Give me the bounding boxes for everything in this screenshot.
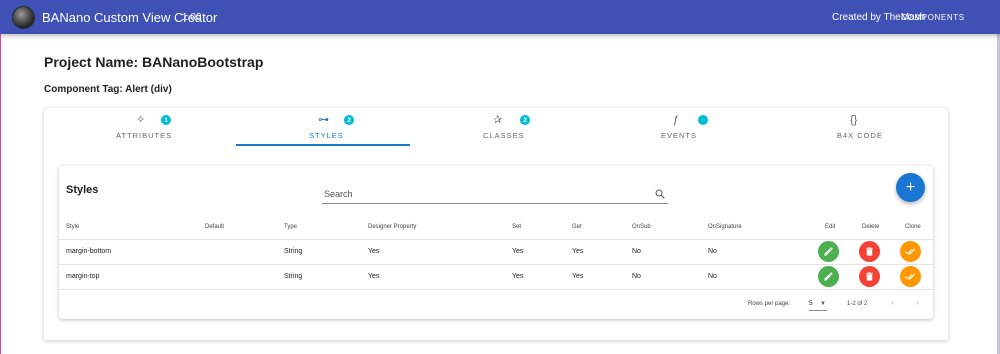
tab-label: CLASSES bbox=[483, 131, 525, 140]
add-style-button[interactable]: + bbox=[896, 173, 925, 202]
get-cell: Yes bbox=[572, 248, 584, 255]
search-icon[interactable] bbox=[654, 188, 666, 200]
app-version: 1.00 bbox=[182, 12, 202, 23]
styles-icon: ⊶ bbox=[318, 114, 329, 126]
divider bbox=[59, 264, 933, 265]
component-card: ✧ ATTRIBUTES 1 ⊶ STYLES 2 ✰ CLASSES 2 ƒ … bbox=[44, 108, 948, 340]
pagination-range: 1-2 of 2 bbox=[847, 301, 868, 307]
tab-badge: 2 bbox=[520, 115, 530, 125]
column-header[interactable]: Designer Property bbox=[368, 224, 416, 230]
page-title: Project Name: BANanoBootstrap bbox=[44, 54, 264, 70]
type-cell: String bbox=[284, 273, 303, 280]
tab-label: ATTRIBUTES bbox=[116, 131, 173, 140]
pencil-icon bbox=[824, 247, 833, 256]
column-header[interactable]: Get bbox=[572, 224, 582, 230]
gear-icon: ✧ bbox=[136, 114, 146, 126]
onsub-cell: No bbox=[632, 248, 641, 255]
search-input[interactable] bbox=[324, 187, 644, 201]
chevron-left-icon[interactable]: ‹ bbox=[891, 297, 894, 307]
pencil-icon bbox=[824, 272, 833, 281]
app-bar: BANano Custom View Creator 1.00 Created … bbox=[0, 0, 1000, 34]
double-check-icon bbox=[905, 273, 916, 280]
column-header[interactable]: Type bbox=[284, 224, 297, 230]
get-cell: Yes bbox=[572, 273, 584, 280]
avatar[interactable] bbox=[12, 6, 35, 29]
delete-button[interactable] bbox=[859, 266, 880, 287]
column-header[interactable]: OnSignature bbox=[708, 224, 742, 230]
onsub-cell: No bbox=[632, 273, 641, 280]
set-cell: Yes bbox=[512, 273, 524, 280]
column-header: Edit bbox=[825, 224, 836, 230]
type-cell: String bbox=[284, 248, 303, 255]
page-edge bbox=[0, 0, 1, 354]
clone-button[interactable] bbox=[900, 241, 921, 262]
column-header: Clone bbox=[905, 224, 921, 230]
designer-property-cell: Yes bbox=[368, 273, 380, 280]
tab-classes[interactable]: ✰ CLASSES 2 bbox=[410, 108, 586, 146]
style-cell: margin-bottom bbox=[66, 248, 112, 255]
style-cell: margin-top bbox=[66, 273, 100, 280]
function-icon: ƒ bbox=[673, 114, 680, 126]
tab-b4x-code[interactable]: {} B4X CODE bbox=[766, 108, 948, 146]
tab-label: STYLES bbox=[309, 131, 344, 140]
column-header[interactable]: Set bbox=[512, 224, 521, 230]
classes-icon: ✰ bbox=[493, 114, 503, 126]
divider bbox=[59, 289, 933, 290]
tab-bar: ✧ ATTRIBUTES 1 ⊶ STYLES 2 ✰ CLASSES 2 ƒ … bbox=[44, 108, 948, 146]
trash-icon bbox=[866, 247, 873, 256]
rows-per-page-label: Rows per page: bbox=[748, 301, 791, 307]
tab-styles[interactable]: ⊶ STYLES 2 bbox=[236, 108, 410, 146]
tab-badge bbox=[698, 115, 708, 125]
rows-per-page-value: 5 bbox=[809, 300, 813, 307]
column-header[interactable]: Style bbox=[66, 224, 79, 230]
tab-badge: 2 bbox=[344, 115, 354, 125]
designer-property-cell: Yes bbox=[368, 248, 380, 255]
code-braces-icon: {} bbox=[850, 114, 858, 126]
trash-icon bbox=[866, 272, 873, 281]
rows-per-page-select[interactable]: 5 ▼ bbox=[809, 297, 827, 311]
tab-attributes[interactable]: ✧ ATTRIBUTES 1 bbox=[44, 108, 236, 146]
tab-label: EVENTS bbox=[661, 131, 698, 140]
tab-badge: 1 bbox=[161, 115, 171, 125]
onsignature-cell: No bbox=[708, 248, 717, 255]
search-field[interactable] bbox=[322, 186, 668, 204]
clone-button[interactable] bbox=[900, 266, 921, 287]
column-header[interactable]: OnSub bbox=[632, 224, 651, 230]
delete-button[interactable] bbox=[859, 241, 880, 262]
onsignature-cell: No bbox=[708, 273, 717, 280]
styles-card: Styles + Style Default Type Designer Pro… bbox=[59, 166, 933, 319]
active-tab-indicator bbox=[236, 144, 410, 146]
chevron-right-icon[interactable]: › bbox=[916, 297, 919, 307]
tab-label: B4X CODE bbox=[837, 131, 883, 140]
double-check-icon bbox=[905, 248, 916, 255]
divider bbox=[59, 239, 933, 240]
card-title: Styles bbox=[66, 184, 99, 196]
edit-button[interactable] bbox=[818, 241, 839, 262]
caret-down-icon: ▼ bbox=[820, 301, 826, 307]
components-button[interactable]: COMPONENTS bbox=[901, 8, 964, 26]
edit-button[interactable] bbox=[818, 266, 839, 287]
column-header[interactable]: Default bbox=[205, 224, 224, 230]
component-tag: Component Tag: Alert (div) bbox=[44, 84, 172, 95]
tab-events[interactable]: ƒ EVENTS bbox=[586, 108, 766, 146]
set-cell: Yes bbox=[512, 248, 524, 255]
column-header: Delete bbox=[862, 224, 880, 230]
